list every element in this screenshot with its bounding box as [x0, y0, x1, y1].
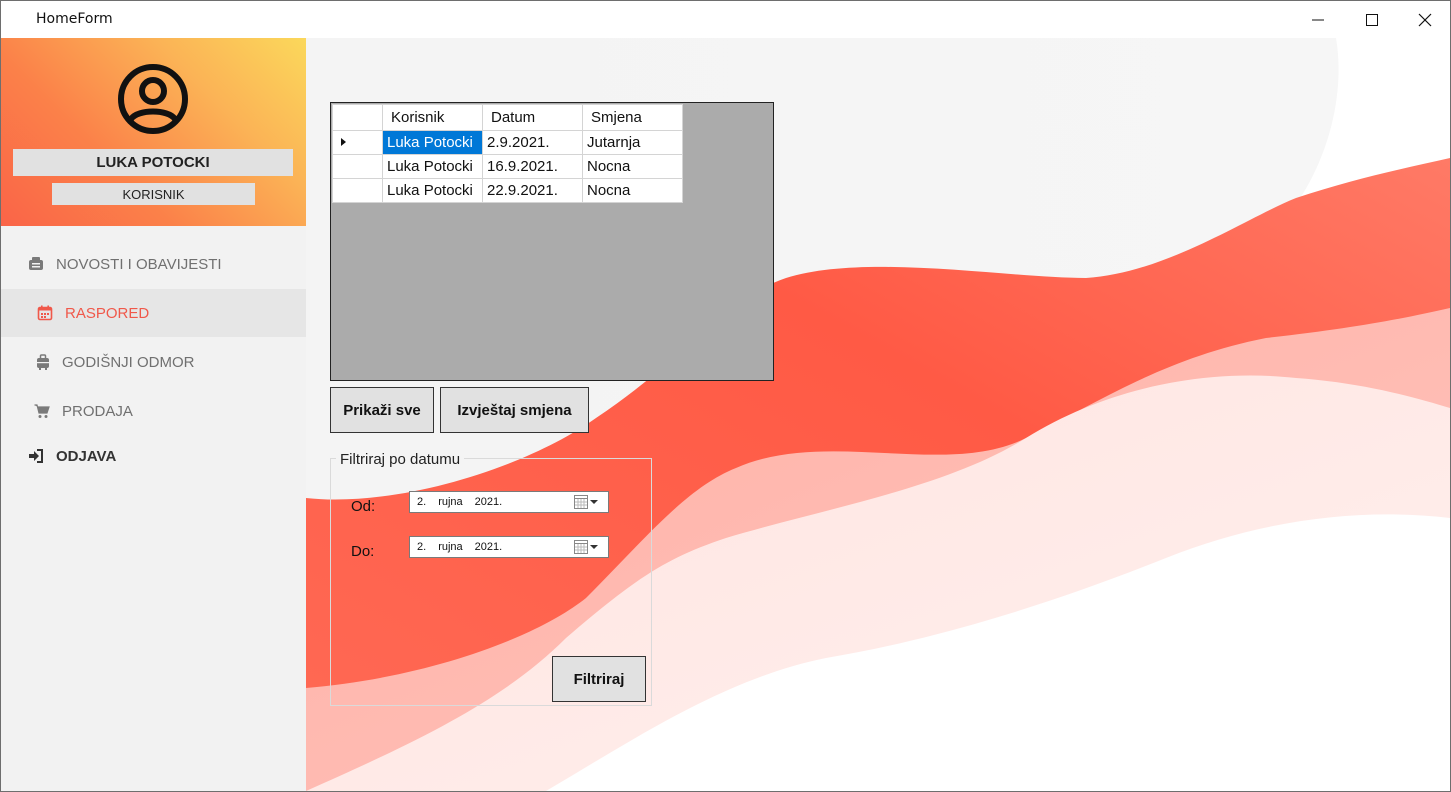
- minimize-button[interactable]: [1291, 1, 1345, 39]
- user-avatar-icon: [118, 64, 188, 134]
- maximize-button[interactable]: [1345, 1, 1399, 39]
- username-label: LUKA POTOCKI: [13, 149, 293, 176]
- close-button[interactable]: [1398, 1, 1451, 39]
- table-cell[interactable]: Luka Potocki: [382, 178, 483, 203]
- from-day: 2.: [417, 496, 427, 508]
- news-icon: [29, 257, 43, 270]
- to-date-picker[interactable]: 2. rujna 2021.: [409, 536, 609, 558]
- to-month: rujna: [438, 541, 463, 553]
- to-day: 2.: [417, 541, 427, 553]
- calendar-dropdown-icon[interactable]: [574, 540, 602, 554]
- filter-button[interactable]: Filtriraj: [552, 656, 646, 702]
- calendar-icon: [37, 305, 53, 321]
- sidebar-item-raspored[interactable]: RASPORED: [1, 289, 306, 337]
- role-label: KORISNIK: [52, 183, 255, 205]
- from-label: Od:: [351, 498, 376, 515]
- table-cell[interactable]: Jutarnja: [582, 130, 683, 155]
- calendar-dropdown-icon[interactable]: [574, 495, 602, 509]
- sidebar-item-label: GODIŠNJI ODMOR: [62, 353, 195, 371]
- shift-report-button[interactable]: Izvještaj smjena: [440, 387, 589, 433]
- table-cell[interactable]: 16.9.2021.: [482, 154, 583, 179]
- row-selector[interactable]: [332, 130, 383, 155]
- sidebar-item-vacation[interactable]: GODIŠNJI ODMOR: [1, 338, 306, 386]
- column-header[interactable]: Smjena: [582, 104, 683, 131]
- table-cell[interactable]: Luka Potocki: [382, 154, 483, 179]
- show-all-button[interactable]: Prikaži sve: [330, 387, 434, 433]
- column-header[interactable]: Datum: [482, 104, 583, 131]
- row-selector[interactable]: [332, 154, 383, 179]
- current-row-arrow-icon: [341, 138, 346, 146]
- column-header[interactable]: Korisnik: [382, 104, 483, 131]
- table-cell[interactable]: Luka Potocki: [382, 130, 483, 155]
- from-date-text: 2. rujna 2021.: [417, 496, 514, 508]
- row-selector[interactable]: [332, 178, 383, 203]
- table-header-row: Korisnik Datum Smjena: [332, 104, 683, 131]
- to-date-text: 2. rujna 2021.: [417, 541, 514, 553]
- table-row[interactable]: Luka Potocki 2.9.2021. Jutarnja: [332, 130, 683, 155]
- sidebar-item-label: ODJAVA: [56, 447, 117, 465]
- profile-panel: LUKA POTOCKI KORISNIK: [1, 38, 306, 226]
- maximize-icon: [1366, 14, 1378, 26]
- table-row[interactable]: Luka Potocki 16.9.2021. Nocna: [332, 154, 683, 179]
- sidebar-item-label: RASPORED: [65, 304, 150, 322]
- sidebar-item-label: PRODAJA: [62, 402, 133, 420]
- table-cell[interactable]: Nocna: [582, 154, 683, 179]
- cart-icon: [34, 404, 50, 418]
- table-cell[interactable]: Nocna: [582, 178, 683, 203]
- sidebar-item-news[interactable]: NOVOSTI I OBAVIJESTI: [1, 240, 306, 288]
- from-date-picker[interactable]: 2. rujna 2021.: [409, 491, 609, 513]
- to-label: Do:: [351, 543, 375, 560]
- logout-icon: [29, 449, 43, 463]
- schedule-grid[interactable]: Korisnik Datum Smjena Luka Potocki 2.9.2…: [330, 102, 774, 381]
- sidebar: LUKA POTOCKI KORISNIK NOVOSTI I OBAVIJES…: [1, 38, 306, 791]
- suitcase-icon: [37, 354, 49, 370]
- sidebar-item-label: NOVOSTI I OBAVIJESTI: [56, 255, 222, 273]
- table-row[interactable]: Luka Potocki 22.9.2021. Nocna: [332, 178, 683, 203]
- row-header-corner: [332, 104, 383, 131]
- table-cell[interactable]: 22.9.2021.: [482, 178, 583, 203]
- to-year: 2021.: [474, 541, 503, 553]
- from-month: rujna: [438, 496, 463, 508]
- close-icon: [1418, 13, 1432, 27]
- date-filter-legend: Filtriraj po datumu: [336, 451, 465, 468]
- table-cell[interactable]: 2.9.2021.: [482, 130, 583, 155]
- schedule-table: Korisnik Datum Smjena Luka Potocki 2.9.2…: [332, 104, 683, 203]
- minimize-icon: [1312, 19, 1324, 21]
- from-year: 2021.: [474, 496, 503, 508]
- sidebar-item-sales[interactable]: PRODAJA: [1, 387, 306, 435]
- sidebar-item-logout[interactable]: ODJAVA: [1, 432, 306, 480]
- title-bar: HomeForm: [0, 0, 1451, 38]
- window-title: HomeForm: [36, 11, 113, 27]
